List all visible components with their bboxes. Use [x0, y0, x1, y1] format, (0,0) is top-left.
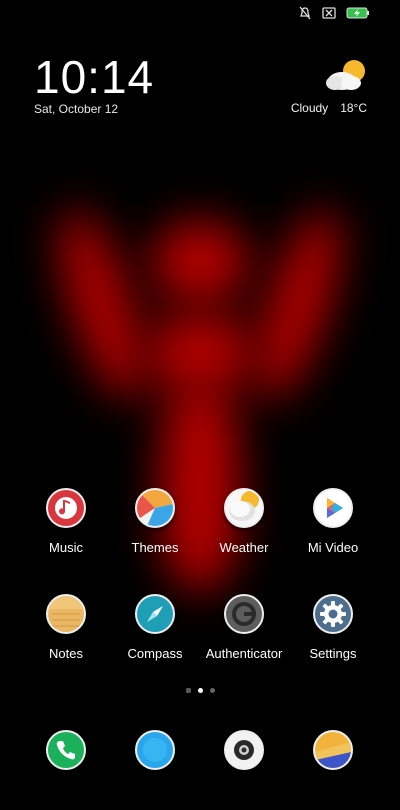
app-themes[interactable]: Themes — [110, 488, 200, 555]
weather-temperature: 18°C — [340, 101, 367, 115]
app-music[interactable]: Music — [21, 488, 111, 555]
partly-cloudy-icon[interactable] — [324, 58, 368, 97]
weather-icon — [224, 488, 264, 528]
app-label: Settings — [309, 646, 357, 661]
music-icon — [46, 488, 86, 528]
play-icon — [313, 488, 353, 528]
dock-gallery[interactable] — [288, 730, 378, 770]
app-weather[interactable]: Weather — [199, 488, 289, 555]
gallery-icon — [313, 730, 353, 770]
app-row-2: Notes Compass Authenticator Settings — [0, 594, 400, 674]
wallpaper — [0, 0, 400, 800]
app-compass[interactable]: Compass — [110, 594, 200, 661]
notes-icon — [46, 594, 86, 634]
battery-charging-icon — [346, 7, 370, 19]
weather-widget[interactable]: Cloudy 18°C — [291, 101, 367, 115]
page-dot — [185, 688, 191, 693]
dock-phone[interactable] — [21, 730, 111, 770]
app-label: Mi Video — [307, 540, 359, 555]
mute-icon — [298, 6, 312, 20]
app-label: Themes — [131, 540, 179, 555]
compass-icon — [135, 594, 175, 634]
app-label: Compass — [127, 646, 183, 661]
page-dot — [209, 688, 215, 693]
camera-icon — [224, 730, 264, 770]
app-row-1: Music Themes Weather Mi Video — [0, 488, 400, 568]
clock[interactable]: 10:14 — [34, 50, 154, 104]
themes-icon — [135, 488, 175, 528]
dock — [0, 730, 400, 810]
app-mi-video[interactable]: Mi Video — [288, 488, 378, 555]
app-label: Weather — [219, 540, 269, 555]
page-indicator[interactable] — [0, 688, 400, 693]
weather-condition: Cloudy — [290, 101, 329, 115]
app-label: Authenticator — [205, 646, 283, 661]
gear-icon — [313, 594, 353, 634]
page-dot-active — [197, 688, 203, 693]
app-authenticator[interactable]: Authenticator — [199, 594, 289, 661]
app-label: Notes — [49, 646, 83, 661]
no-sim-icon — [322, 7, 336, 19]
dock-camera[interactable] — [199, 730, 289, 770]
messages-icon — [135, 730, 175, 770]
app-label: Music — [49, 540, 83, 555]
app-notes[interactable]: Notes — [21, 594, 111, 661]
phone-icon — [46, 730, 86, 770]
authenticator-icon — [224, 594, 264, 634]
app-settings[interactable]: Settings — [288, 594, 378, 661]
dock-messages[interactable] — [110, 730, 200, 770]
status-bar — [298, 6, 370, 20]
date-label: Sat, October 12 — [34, 102, 119, 116]
